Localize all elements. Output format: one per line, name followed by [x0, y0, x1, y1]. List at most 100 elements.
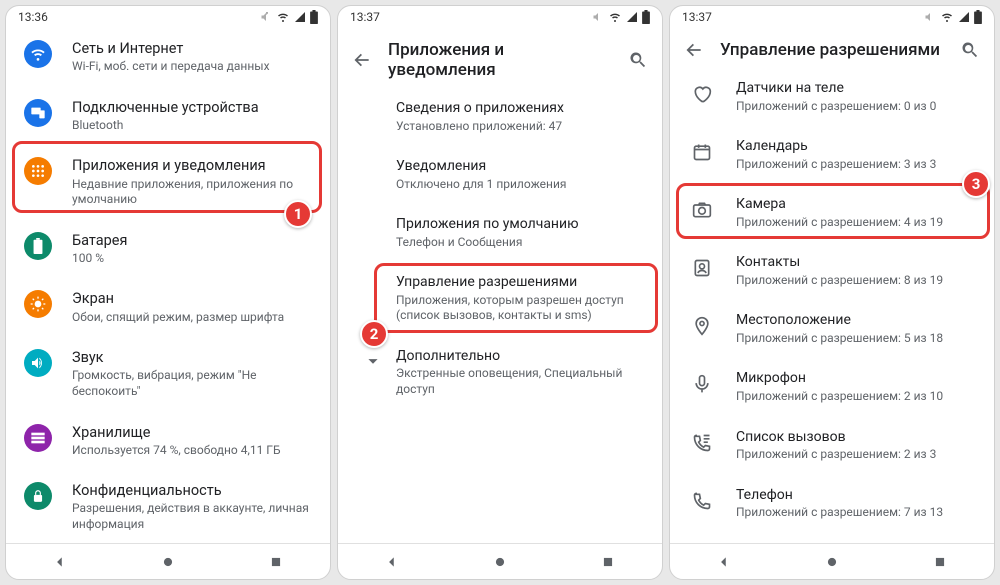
permissions-list: Датчики на телеПриложений с разрешением:…	[670, 68, 994, 543]
step-badge-2: 2	[360, 320, 388, 348]
row-contacts[interactable]: КонтактыПриложений с разрешением: 8 из 1…	[670, 242, 994, 300]
nav-home[interactable]	[822, 552, 842, 572]
header: Приложения и уведомления	[338, 28, 662, 88]
row-sub: Приложений с разрешением: 5 из 18	[736, 331, 976, 347]
phone-permission-manager: 13:37 Управление разрешениями Датчики на…	[669, 5, 995, 580]
row-title: Приложения по умолчанию	[396, 216, 644, 234]
row-title: Список вызовов	[736, 429, 976, 447]
row-sub: 100 %	[72, 251, 312, 267]
row-title: Дополнительно	[396, 348, 644, 366]
row-title: Звук	[72, 349, 312, 367]
row-display[interactable]: ЭкранОбои, спящий режим, размер шрифта	[6, 278, 330, 337]
battery-icon	[310, 10, 318, 24]
back-icon[interactable]	[684, 40, 704, 60]
row-calendar[interactable]: КалендарьПриложений с разрешением: 3 из …	[670, 126, 994, 184]
row-microphone[interactable]: МикрофонПриложений с разрешением: 2 из 1…	[670, 358, 994, 416]
page-title: Приложения и уведомления	[388, 40, 612, 80]
nav-recent[interactable]	[598, 552, 618, 572]
back-icon[interactable]	[352, 50, 372, 70]
status-time: 13:37	[682, 10, 712, 24]
row-sub: Приложения, которым разрешен доступ (спи…	[396, 293, 644, 324]
row-title: Микрофон	[736, 370, 976, 388]
row-sub: Приложений с разрешением: 2 из 3	[736, 447, 976, 463]
row-sub: Установлено приложений: 47	[396, 119, 644, 135]
heart-icon	[692, 84, 712, 104]
row-privacy[interactable]: КонфиденциальностьРазрешения, действия в…	[6, 470, 330, 543]
row-title: Местоположение	[736, 312, 976, 330]
row-sub: Недавние приложения, приложения по умолч…	[72, 177, 312, 208]
contacts-icon	[692, 258, 712, 278]
row-sub: Разрешения, действия в аккаунте, личная …	[72, 501, 312, 532]
silent-icon	[592, 11, 604, 23]
signal-icon	[294, 11, 306, 23]
row-sub: Используется 74 %, свободно 4,11 ГБ	[72, 443, 312, 459]
row-title: Батарея	[72, 232, 312, 250]
wifi-icon	[608, 11, 622, 23]
mic-icon	[692, 374, 712, 394]
row-sub: Wi-Fi, моб. сети и передача данных	[72, 59, 312, 75]
nav-bar	[338, 543, 662, 579]
nav-home[interactable]	[158, 552, 178, 572]
nav-back[interactable]	[50, 552, 70, 572]
display-icon	[30, 296, 46, 312]
row-title: Экран	[72, 290, 312, 308]
nav-recent[interactable]	[930, 552, 950, 572]
sound-icon	[30, 355, 46, 371]
step-badge-1: 1	[284, 200, 312, 228]
row-phone[interactable]: ТелефонПриложений с разрешением: 7 из 13	[670, 475, 994, 533]
row-storage[interactable]: ХранилищеИспользуется 74 %, свободно 4,1…	[6, 412, 330, 471]
row-body-sensors[interactable]: Датчики на телеПриложений с разрешением:…	[670, 68, 994, 126]
apps-list: Сведения о приложенияхУстановлено прилож…	[338, 88, 662, 543]
page-title: Управление разрешениями	[720, 40, 944, 60]
row-sub: Громкость, вибрация, режим "Не беспокоит…	[72, 368, 312, 399]
location-icon	[692, 316, 712, 336]
row-call-log[interactable]: Список вызововПриложений с разрешением: …	[670, 417, 994, 475]
row-notifications[interactable]: УведомленияОтключено для 1 приложения	[338, 146, 662, 204]
row-title: Конфиденциальность	[72, 482, 312, 500]
nav-bar	[670, 543, 994, 579]
row-title: Подключенные устройства	[72, 99, 312, 117]
row-title: Сеть и Интернет	[72, 40, 312, 58]
battery-icon	[642, 10, 650, 24]
step-badge-3: 3	[962, 170, 990, 198]
row-title: Хранилище	[72, 424, 312, 442]
row-apps[interactable]: Приложения и уведомления Недавние приложе…	[6, 145, 330, 219]
camera-icon	[692, 200, 712, 220]
wifi-icon	[940, 11, 954, 23]
row-devices[interactable]: Подключенные устройстваBluetooth	[6, 87, 330, 146]
nav-back[interactable]	[714, 552, 734, 572]
search-icon[interactable]	[628, 50, 648, 70]
nav-back[interactable]	[382, 552, 402, 572]
row-title: Календарь	[736, 138, 976, 156]
row-location[interactable]: МестоположениеПриложений с разрешением: …	[670, 300, 994, 358]
row-title: Приложения и уведомления	[72, 157, 312, 175]
silent-icon	[924, 11, 936, 23]
nav-recent[interactable]	[266, 552, 286, 572]
calllog-icon	[692, 433, 712, 453]
row-advanced[interactable]: ДополнительноЭкстренные оповещения, Спец…	[338, 336, 662, 410]
row-sub: Приложений с разрешением: 2 из 10	[736, 389, 976, 405]
row-sub: Приложений с разрешением: 0 из 0	[736, 99, 976, 115]
calendar-icon	[692, 142, 712, 162]
row-sound[interactable]: ЗвукГромкость, вибрация, режим "Не беспо…	[6, 337, 330, 411]
row-default-apps[interactable]: Приложения по умолчаниюТелефон и Сообщен…	[338, 204, 662, 262]
status-bar: 13:36	[6, 6, 330, 28]
storage-icon	[30, 430, 46, 446]
row-battery[interactable]: Батарея100 %	[6, 220, 330, 279]
search-icon[interactable]	[960, 40, 980, 60]
row-app-info[interactable]: Сведения о приложенияхУстановлено прилож…	[338, 88, 662, 146]
row-title: Датчики на теле	[736, 80, 976, 98]
nav-home[interactable]	[490, 552, 510, 572]
row-title: Сведения о приложениях	[396, 100, 644, 118]
status-time: 13:36	[18, 10, 48, 24]
chevron-down-icon	[362, 350, 384, 372]
row-permission-manager[interactable]: Управление разрешениямиПриложения, котор…	[338, 262, 662, 336]
row-title: Телефон	[736, 487, 976, 505]
row-title: Уведомления	[396, 158, 644, 176]
wifi-icon	[276, 11, 290, 23]
status-bar: 13:37	[670, 6, 994, 28]
row-sub: Отключено для 1 приложения	[396, 177, 644, 193]
nav-bar	[6, 543, 330, 579]
row-camera[interactable]: КамераПриложений с разрешением: 4 из 19	[670, 184, 994, 242]
row-network[interactable]: Сеть и ИнтернетWi-Fi, моб. сети и переда…	[6, 28, 330, 87]
